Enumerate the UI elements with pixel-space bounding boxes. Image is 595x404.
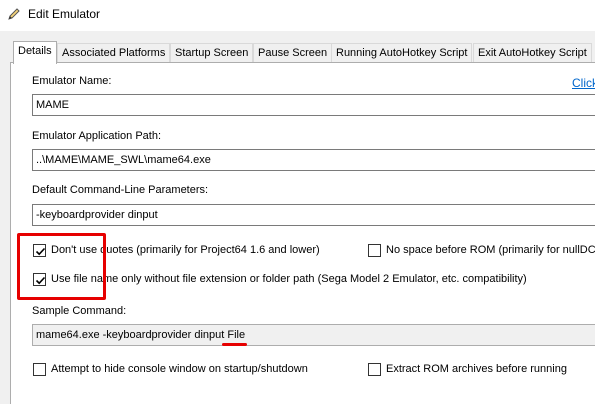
tab-strip: Details Associated Platforms Startup Scr… xyxy=(0,41,595,64)
extract-rom-label: Extract ROM archives before running xyxy=(386,363,567,375)
tab-running-autohotkey-script[interactable]: Running AutoHotkey Script xyxy=(331,43,473,63)
app-path-label: Emulator Application Path: xyxy=(32,130,162,142)
tab-pause-screen[interactable]: Pause Screen xyxy=(253,43,333,63)
emulator-name-field[interactable]: MAME xyxy=(32,94,595,116)
annotation-highlight-box xyxy=(17,233,106,300)
window-title: Edit Emulator xyxy=(28,7,101,21)
annotation-underline xyxy=(222,343,247,346)
use-filename-only-label: Use file name only without file extensio… xyxy=(51,273,527,285)
help-link[interactable]: Click xyxy=(572,76,595,90)
no-space-before-rom-checkbox[interactable] xyxy=(368,244,381,257)
app-path-field[interactable]: ..\MAME\MAME_SWL\mame64.exe xyxy=(32,149,595,171)
tab-exit-autohotkey-script[interactable]: Exit AutoHotkey Script xyxy=(473,43,592,63)
extract-rom-checkbox[interactable] xyxy=(368,363,381,376)
emulator-name-label: Emulator Name: xyxy=(32,75,112,87)
pencil-icon xyxy=(7,7,21,21)
tab-associated-platforms[interactable]: Associated Platforms xyxy=(57,43,171,63)
hide-console-label: Attempt to hide console window on startu… xyxy=(51,363,308,375)
sample-command-label: Sample Command: xyxy=(32,305,127,317)
no-space-before-rom-label: No space before ROM (primarily for nullD… xyxy=(386,244,595,256)
cmd-params-label: Default Command-Line Parameters: xyxy=(32,184,209,196)
hide-console-checkbox[interactable] xyxy=(33,363,46,376)
tab-startup-screen[interactable]: Startup Screen xyxy=(170,43,254,63)
cmd-params-field[interactable]: -keyboardprovider dinput xyxy=(32,204,595,226)
title-bar: Edit Emulator xyxy=(0,0,595,31)
tab-details[interactable]: Details xyxy=(13,41,57,64)
sample-command-field: mame64.exe -keyboardprovider dinput File xyxy=(32,324,595,346)
